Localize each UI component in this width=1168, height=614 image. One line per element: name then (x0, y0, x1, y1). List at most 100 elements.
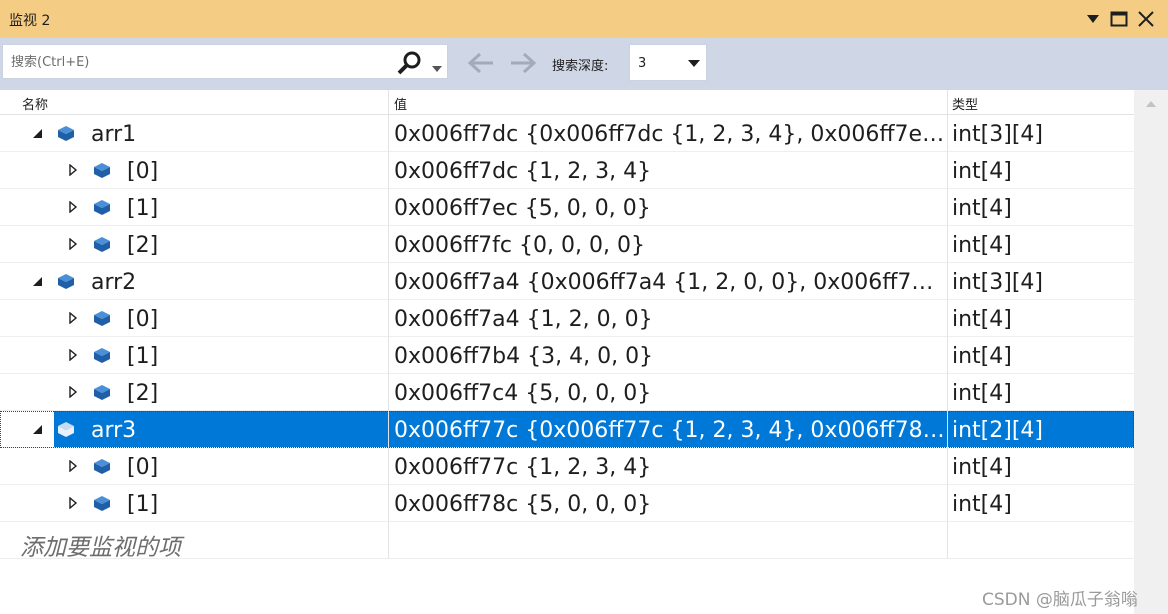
variable-type: int[3][4] (952, 270, 1044, 295)
cell-divider (947, 337, 948, 374)
variable-name: [2] (127, 381, 159, 406)
variable-name: [0] (127, 455, 159, 480)
expanded-triangle-icon (33, 129, 42, 138)
search-depth-label: 搜索深度: (552, 59, 609, 74)
object-icon (58, 422, 74, 437)
variable-name: arr3 (91, 418, 137, 443)
expand-toggle[interactable] (66, 163, 80, 177)
search-forward-button[interactable] (506, 48, 540, 78)
variable-value[interactable]: 0x006ff7a4 {1, 2, 0, 0} (394, 307, 946, 332)
column-header-type[interactable]: 类型 (952, 94, 978, 113)
object-icon (94, 348, 110, 363)
window-dropdown-button[interactable] (1081, 7, 1105, 31)
cell-divider (388, 152, 389, 189)
object-icon (94, 163, 110, 178)
chevron-down-icon (688, 60, 700, 67)
variable-value[interactable]: 0x006ff77c {1, 2, 3, 4} (394, 455, 946, 480)
expanded-triangle-icon (33, 425, 42, 434)
cell-divider (947, 152, 948, 189)
watch-row[interactable]: [1] 0x006ff7ec {5, 0, 0, 0} int[4] (0, 189, 1134, 226)
variable-name: [1] (127, 344, 159, 369)
watch-row[interactable]: arr3 0x006ff77c {0x006ff77c {1, 2, 3, 4},… (0, 411, 1134, 448)
cell-divider (947, 448, 948, 485)
collapse-toggle[interactable] (30, 422, 44, 436)
expand-toggle[interactable] (66, 311, 80, 325)
search-icon (397, 51, 421, 75)
variable-value[interactable]: 0x006ff7c4 {5, 0, 0, 0} (394, 381, 946, 406)
cell-divider (947, 300, 948, 337)
variable-type: int[4] (952, 455, 1012, 480)
variable-name: [1] (127, 196, 159, 221)
watch-row[interactable]: [2] 0x006ff7c4 {5, 0, 0, 0} int[4] (0, 374, 1134, 411)
search-back-button[interactable] (464, 48, 498, 78)
watch-row[interactable]: [0] 0x006ff7a4 {1, 2, 0, 0} int[4] (0, 300, 1134, 337)
expand-toggle[interactable] (66, 496, 80, 510)
variable-value[interactable]: 0x006ff7ec {5, 0, 0, 0} (394, 196, 946, 221)
cell-divider (388, 485, 389, 522)
cell-divider (947, 189, 948, 226)
collapse-toggle[interactable] (30, 274, 44, 288)
collapse-toggle[interactable] (30, 126, 44, 140)
cell-divider (388, 189, 389, 226)
variable-type: int[4] (952, 307, 1012, 332)
watch-row[interactable]: [0] 0x006ff7dc {1, 2, 3, 4} int[4] (0, 152, 1134, 189)
watch-row[interactable]: [1] 0x006ff78c {5, 0, 0, 0} int[4] (0, 485, 1134, 522)
add-watch-row[interactable]: 添加要监视的项 (0, 522, 1134, 562)
watch-row[interactable]: arr1 0x006ff7dc {0x006ff7dc {1, 2, 3, 4},… (0, 115, 1134, 152)
expand-toggle[interactable] (66, 348, 80, 362)
object-icon (94, 237, 110, 252)
expand-toggle[interactable] (66, 200, 80, 214)
arrow-left-icon (467, 52, 493, 74)
arrow-right-icon (511, 52, 537, 74)
variable-value[interactable]: 0x006ff77c {0x006ff77c {1, 2, 3, 4}, 0x0… (394, 418, 946, 443)
variable-type: int[4] (952, 344, 1012, 369)
watch-row[interactable]: [2] 0x006ff7fc {0, 0, 0, 0} int[4] (0, 226, 1134, 263)
column-header-name[interactable]: 名称 (22, 94, 48, 113)
maximize-button[interactable] (1107, 7, 1131, 31)
variable-value[interactable]: 0x006ff7fc {0, 0, 0, 0} (394, 233, 946, 258)
cell-divider (388, 337, 389, 374)
object-icon (94, 200, 110, 215)
variable-value[interactable]: 0x006ff7a4 {0x006ff7a4 {1, 2, 0, 0}, 0x0… (394, 270, 946, 295)
collapsed-triangle-icon (69, 386, 78, 398)
variable-value[interactable]: 0x006ff78c {5, 0, 0, 0} (394, 492, 946, 517)
object-icon (58, 126, 74, 141)
variable-value[interactable]: 0x006ff7dc {0x006ff7dc {1, 2, 3, 4}, 0x0… (394, 122, 946, 147)
maximize-icon (1110, 11, 1128, 27)
add-watch-placeholder[interactable]: 添加要监视的项 (20, 528, 181, 562)
variable-value[interactable]: 0x006ff7dc {1, 2, 3, 4} (394, 159, 946, 184)
collapsed-triangle-icon (69, 312, 78, 324)
object-icon (94, 385, 110, 400)
search-options-dropdown[interactable] (431, 58, 443, 77)
column-divider[interactable] (388, 90, 389, 115)
scroll-up-icon[interactable] (1145, 100, 1157, 108)
close-button[interactable] (1134, 7, 1158, 31)
close-icon (1138, 11, 1154, 27)
object-icon (94, 459, 110, 474)
toolbar: 搜索深度: 3 (0, 38, 1168, 90)
watch-row[interactable]: arr2 0x006ff7a4 {0x006ff7a4 {1, 2, 0, 0},… (0, 263, 1134, 300)
collapsed-triangle-icon (69, 238, 78, 250)
search-button[interactable] (395, 50, 423, 75)
watermark: CSDN @脑瓜子翁嗡 (982, 590, 1138, 610)
search-depth-select[interactable]: 3 (629, 44, 707, 81)
expand-toggle[interactable] (66, 385, 80, 399)
column-header-value[interactable]: 值 (394, 94, 407, 113)
variable-type: int[2][4] (952, 418, 1044, 443)
watch-grid: 名称 值 类型 arr1 0x006ff7dc {0x006ff7dc {1, 2… (0, 90, 1134, 614)
search-depth-value: 3 (638, 56, 647, 71)
watch-row[interactable]: [1] 0x006ff7b4 {3, 4, 0, 0} int[4] (0, 337, 1134, 374)
watch-row[interactable]: [0] 0x006ff77c {1, 2, 3, 4} int[4] (0, 448, 1134, 485)
expand-toggle[interactable] (66, 459, 80, 473)
cell-divider (388, 300, 389, 337)
expand-toggle[interactable] (66, 237, 80, 251)
collapsed-triangle-icon (69, 164, 78, 176)
variable-value[interactable]: 0x006ff7b4 {3, 4, 0, 0} (394, 344, 946, 369)
variable-name: [1] (127, 492, 159, 517)
search-input[interactable] (11, 53, 386, 71)
variable-type: int[3][4] (952, 122, 1044, 147)
search-box[interactable] (2, 44, 448, 79)
variable-type: int[4] (952, 381, 1012, 406)
column-divider[interactable] (947, 90, 948, 115)
vertical-scrollbar[interactable] (1134, 90, 1168, 614)
